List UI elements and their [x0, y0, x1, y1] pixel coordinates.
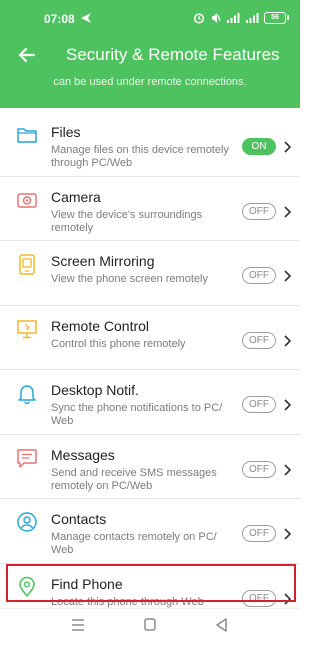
item-title: Contacts — [51, 511, 107, 527]
item-description: View the device's surroundings remotely — [51, 208, 203, 234]
mute-icon — [212, 13, 221, 23]
list-item-camera[interactable]: Camera View the device's surroundings re… — [0, 177, 300, 241]
toggle-switch[interactable]: OFF — [242, 396, 276, 413]
item-description: Sync the phone notifications to PC/ Web — [51, 402, 223, 427]
screen-mirroring-icon — [19, 254, 35, 275]
toggle-switch[interactable]: ON — [242, 138, 276, 155]
chevron-right-icon — [284, 399, 292, 411]
message-icon — [17, 448, 37, 468]
status-time: 07:08 — [44, 12, 75, 26]
status-bar: 07:08 56 — [0, 0, 300, 36]
list-item-contacts[interactable]: Contacts Manage contacts remotely on PC/… — [0, 499, 300, 564]
toggle-switch[interactable]: OFF — [242, 460, 276, 478]
remote-control-icon — [17, 319, 37, 338]
back-button[interactable] — [14, 42, 40, 68]
list-item-files[interactable]: Files Manage files on this device remote… — [0, 112, 300, 177]
list-item-messages[interactable]: Messages Send and receive SMS messages r… — [0, 435, 300, 499]
signal-icon — [227, 13, 240, 23]
item-description: Control this phone remotely — [51, 337, 186, 350]
feature-list: Files Manage files on this device remote… — [0, 112, 300, 628]
chevron-right-icon — [284, 270, 292, 282]
item-description: Manage contacts remotely on PC/ Web — [51, 531, 217, 556]
item-title: Desktop Notif. — [51, 382, 139, 398]
app-header: 07:08 56 Security & Remote Features can … — [0, 0, 300, 108]
list-item-remote-control[interactable]: Remote Control Control this phone remote… — [0, 306, 300, 370]
item-title: Remote Control — [51, 317, 150, 334]
contacts-icon — [17, 512, 37, 532]
status-icons: 56 — [193, 11, 289, 25]
toggle-switch[interactable]: OFF — [242, 267, 276, 284]
back-triangle-icon[interactable] — [212, 617, 232, 633]
item-title: Camera — [51, 188, 101, 205]
toggle-switch[interactable]: OFF — [242, 331, 276, 349]
camera-icon — [17, 192, 37, 208]
home-square-icon[interactable] — [140, 617, 160, 633]
battery-icon: 56 — [264, 12, 289, 24]
navigation-arrow-icon — [81, 13, 91, 23]
item-description: View the phone screen remotely — [51, 273, 208, 285]
chevron-right-icon — [284, 141, 292, 153]
item-description: Send and receive SMS messages remotely o… — [51, 466, 217, 492]
chevron-right-icon — [284, 334, 292, 347]
signal-icon-2 — [246, 13, 259, 23]
bell-icon — [18, 385, 36, 404]
page-title: Security & Remote Features — [66, 45, 280, 64]
item-title: Messages — [51, 446, 115, 463]
chevron-right-icon — [284, 528, 292, 540]
chevron-right-icon — [284, 205, 292, 218]
list-item-desktop-notif[interactable]: Desktop Notif. Sync the phone notificati… — [0, 370, 300, 435]
alarm-icon — [193, 13, 205, 24]
toggle-switch[interactable]: OFF — [242, 202, 276, 220]
system-nav-bar — [0, 608, 300, 669]
folder-icon — [17, 128, 37, 143]
highlight-box — [6, 564, 296, 602]
item-description: Manage files on this device remotely thr… — [51, 144, 229, 169]
chevron-right-icon — [284, 463, 292, 476]
page-subtitle: can be used under remote connections. — [53, 76, 247, 88]
menu-icon[interactable] — [68, 617, 88, 633]
item-title: Files — [51, 124, 81, 140]
toggle-switch[interactable]: OFF — [242, 525, 276, 542]
item-title: Screen Mirroring — [51, 253, 155, 269]
list-item-screen-mirroring[interactable]: Screen Mirroring View the phone screen r… — [0, 241, 300, 306]
